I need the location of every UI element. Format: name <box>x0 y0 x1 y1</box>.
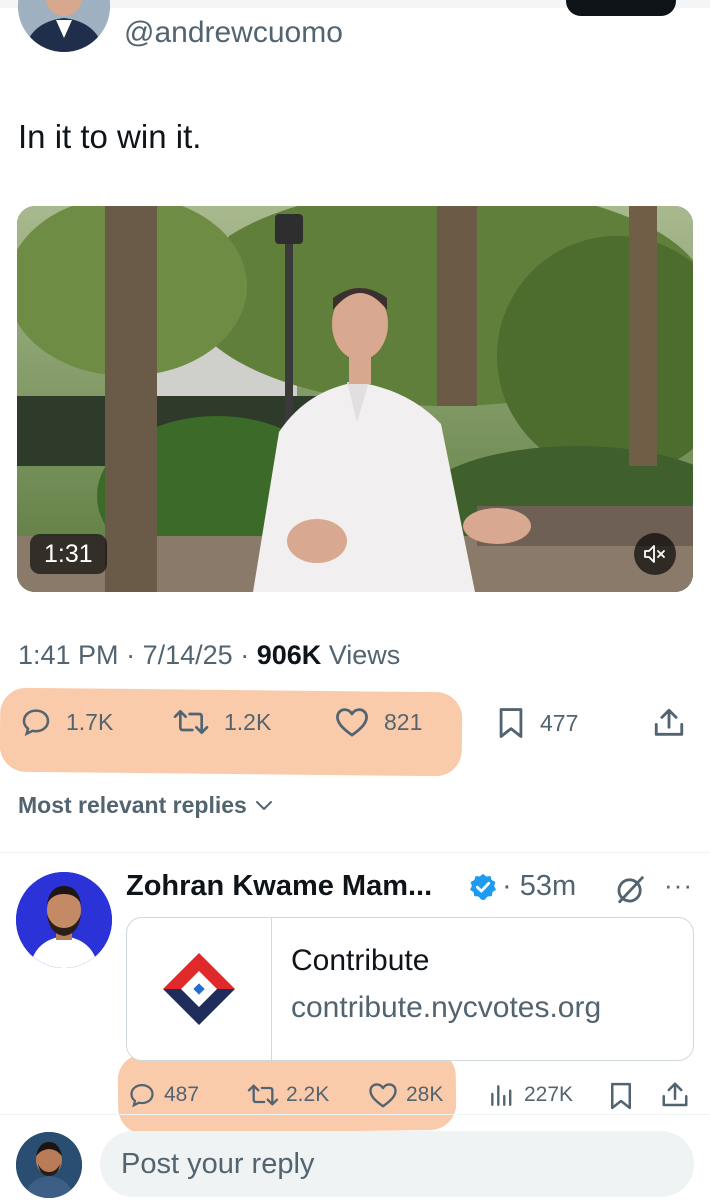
analytics-icon <box>491 1085 512 1106</box>
card-thumbnail <box>127 918 272 1060</box>
reply-icon <box>130 1083 154 1108</box>
tweet-date: 7/14/25 <box>142 640 233 670</box>
current-user-avatar[interactable] <box>16 1132 82 1198</box>
grok-icon[interactable] <box>614 872 648 906</box>
heart-icon <box>369 1083 397 1108</box>
bookmark-count: 477 <box>540 709 579 736</box>
reply-timestamp: · 53m <box>502 870 577 902</box>
heart-icon <box>336 708 368 737</box>
like-button[interactable]: 821 <box>334 706 422 738</box>
divider <box>0 1114 710 1115</box>
tweet-meta: 1:41 PM · 7/14/25 · 906K Views <box>18 640 400 671</box>
divider <box>0 852 710 853</box>
bookmark-button[interactable]: 477 <box>496 706 578 740</box>
reply-views-count: 227K <box>524 1083 574 1106</box>
repost-icon <box>173 710 209 734</box>
reply-time-value: 53m <box>519 870 577 902</box>
share-button[interactable] <box>652 706 700 740</box>
link-card[interactable]: Contribute contribute.nycvotes.org <box>126 917 694 1061</box>
card-title: Contribute <box>291 944 430 977</box>
reply-author-name[interactable]: Zohran Kwame Mam... <box>126 870 432 903</box>
reply-avatar[interactable] <box>16 872 112 968</box>
card-domain: contribute.nycvotes.org <box>291 991 602 1024</box>
more-options-icon[interactable]: ··· <box>664 870 693 901</box>
meta-separator: · <box>240 640 257 670</box>
reply-count: 1.7K <box>66 708 114 735</box>
tweet-video[interactable] <box>17 206 693 592</box>
follow-button[interactable] <box>566 0 676 16</box>
reply-like-count: 28K <box>406 1083 444 1106</box>
chevron-down-icon <box>255 800 272 810</box>
replies-sort-label: Most relevant replies <box>18 792 247 818</box>
reply-icon <box>22 709 50 737</box>
nycvotes-logo-icon <box>163 953 235 1025</box>
share-icon[interactable] <box>660 1080 690 1110</box>
reply-composer[interactable] <box>100 1131 694 1197</box>
reply-views-button[interactable]: 227K <box>488 1081 573 1109</box>
reply-repost-count: 2.2K <box>286 1083 330 1106</box>
tweet-time: 1:41 PM <box>18 640 119 670</box>
volume-muted-icon[interactable] <box>634 533 676 575</box>
like-count: 821 <box>384 708 423 735</box>
verified-badge-icon <box>470 873 496 900</box>
reply-reply-count: 487 <box>164 1083 200 1106</box>
meta-separator: · <box>126 640 143 670</box>
views-count: 906K <box>256 640 322 670</box>
reply-like-button[interactable]: 28K <box>368 1081 443 1109</box>
reply-repost-button[interactable]: 2.2K <box>246 1081 329 1109</box>
repost-count: 1.2K <box>224 708 272 735</box>
bookmark-icon[interactable] <box>608 1081 634 1111</box>
video-duration: 1:31 <box>30 534 107 574</box>
author-handle[interactable]: @andrewcuomo <box>124 16 343 50</box>
replies-sort-dropdown[interactable]: Most relevant replies <box>18 792 277 819</box>
repost-icon <box>247 1084 279 1106</box>
reply-input[interactable] <box>121 1131 681 1197</box>
repost-button[interactable]: 1.2K <box>172 706 271 738</box>
bookmark-icon <box>499 708 523 738</box>
tweet-text: In it to win it. <box>18 118 202 155</box>
views-label: Views <box>328 640 401 670</box>
reply-button[interactable]: 1.7K <box>20 706 113 738</box>
share-icon <box>654 708 684 736</box>
reply-reply-button[interactable]: 487 <box>128 1081 199 1109</box>
author-avatar[interactable] <box>18 0 110 52</box>
